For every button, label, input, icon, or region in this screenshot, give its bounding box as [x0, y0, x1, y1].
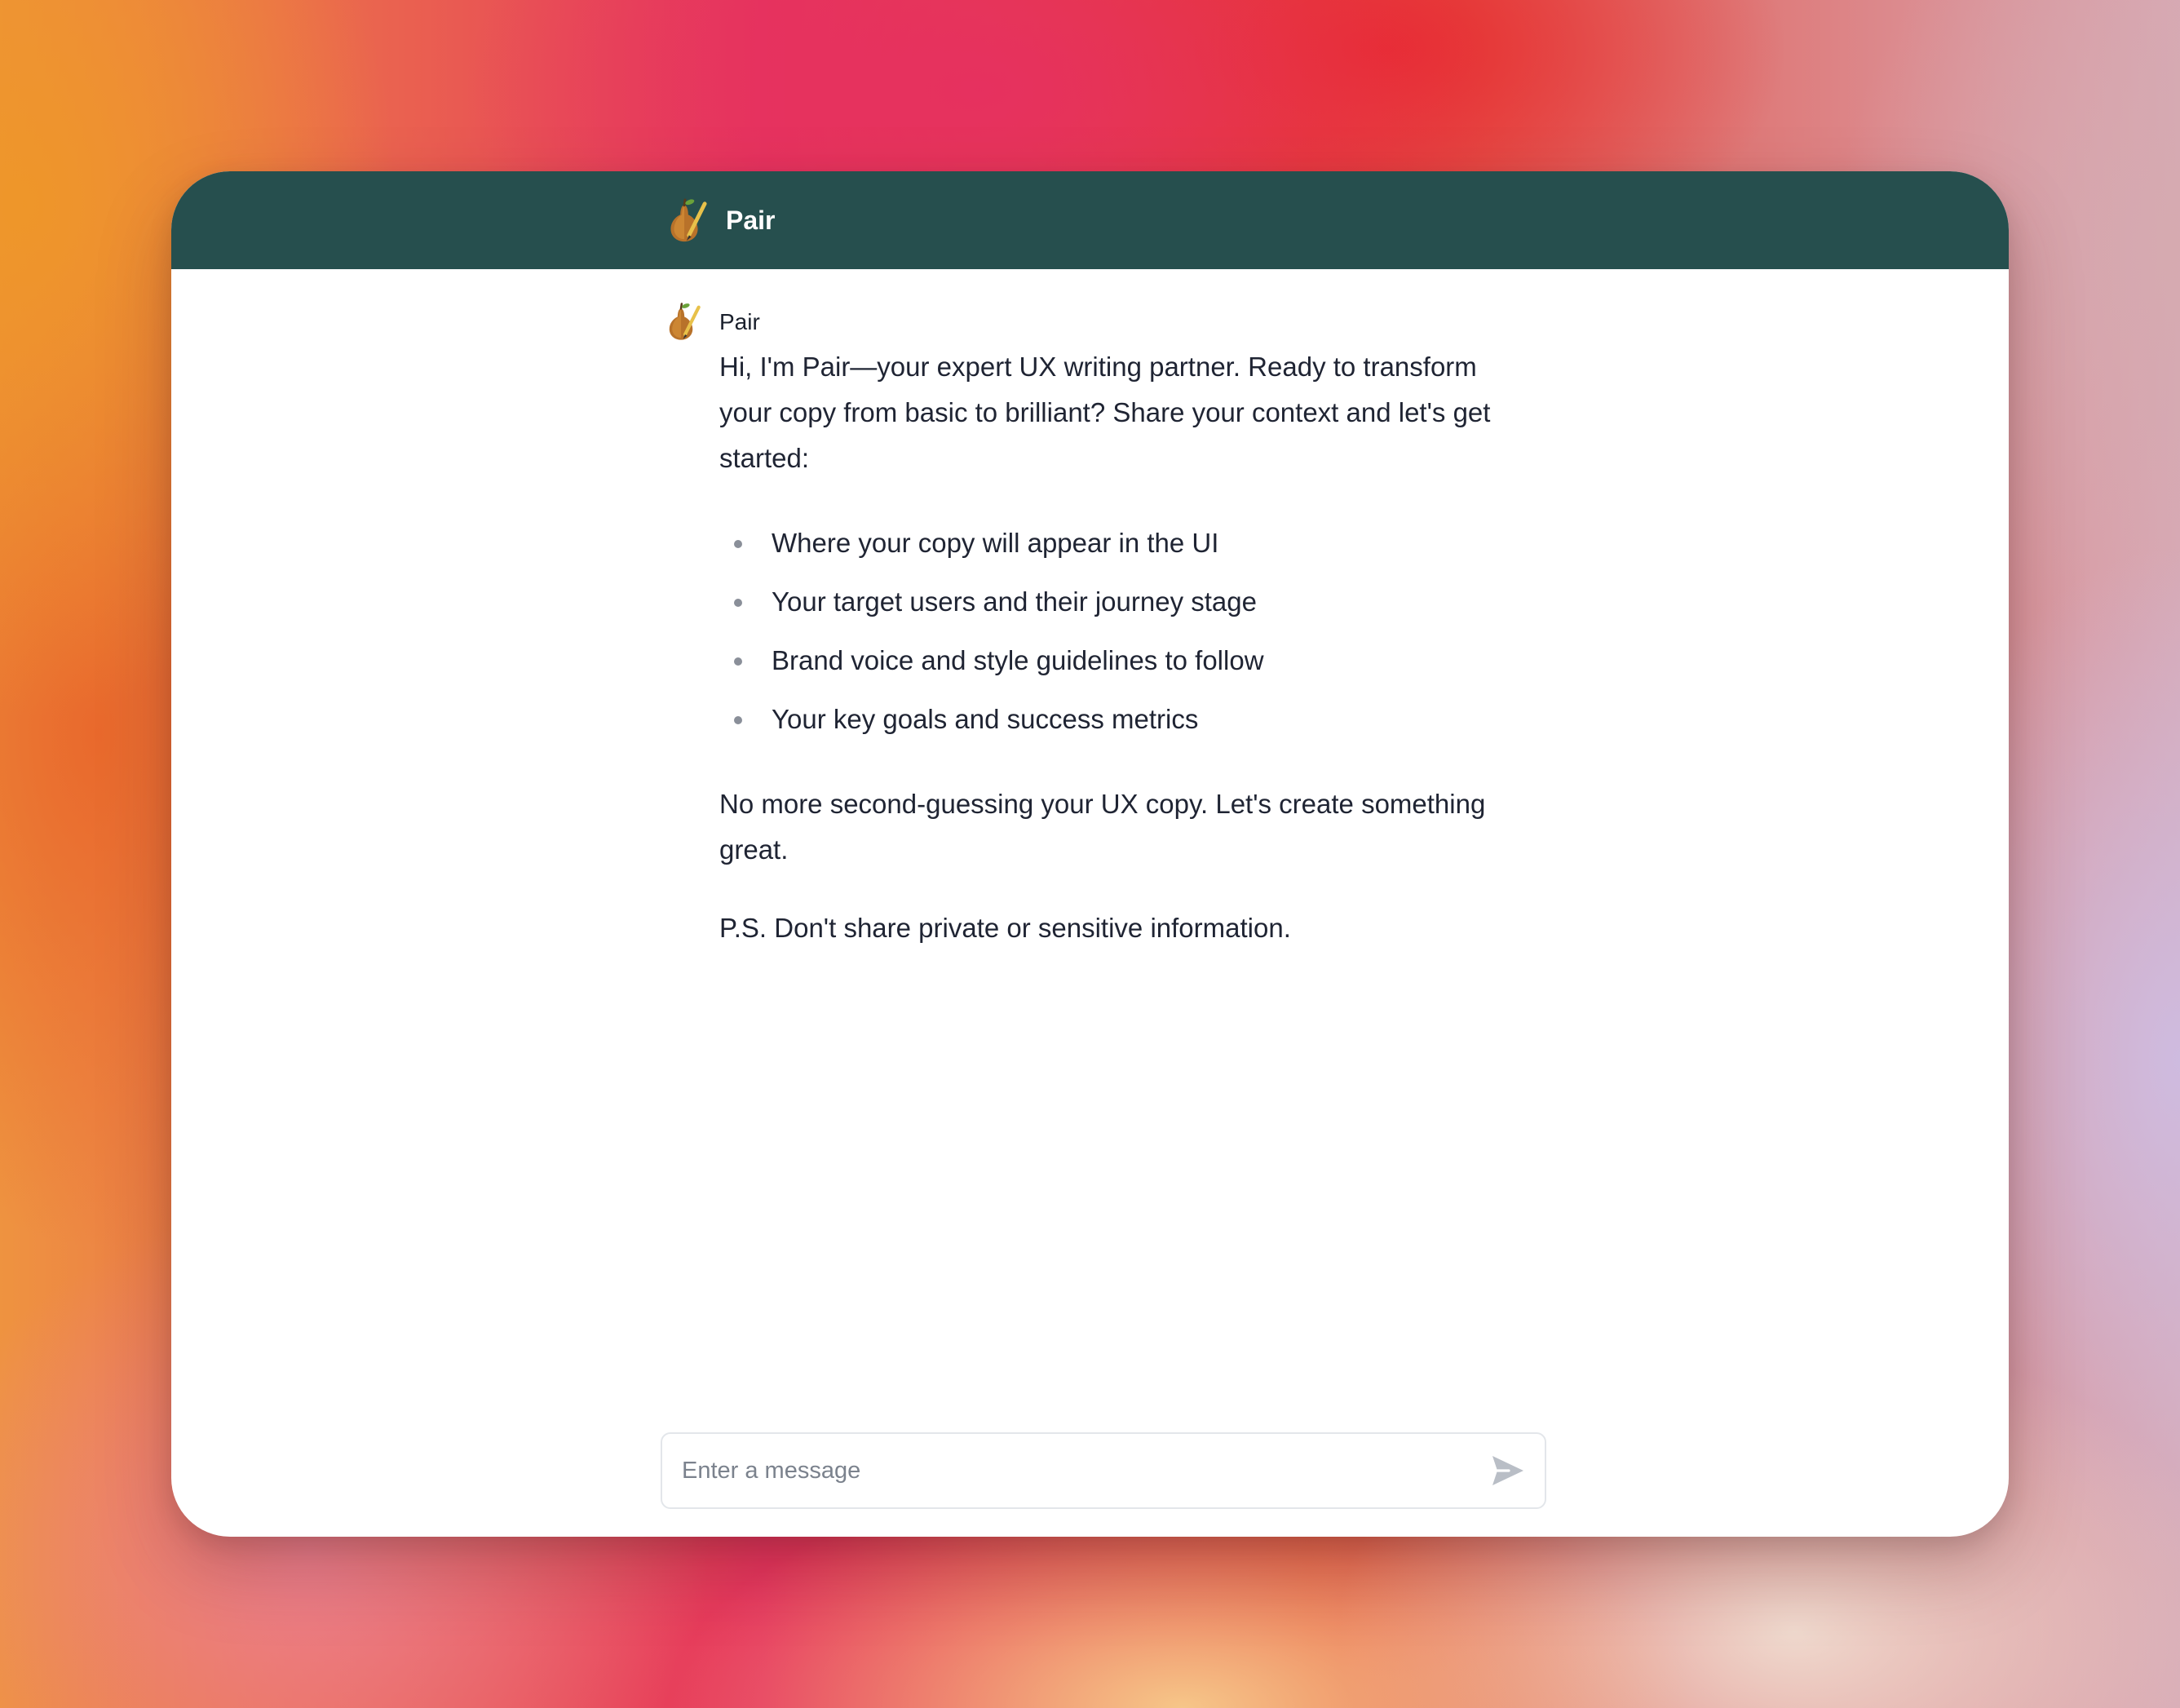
message-author: Pair — [719, 309, 760, 334]
message-ps: P.S. Don't share private or sensitive in… — [719, 913, 1291, 943]
pear-with-pen-icon — [669, 303, 701, 340]
pear-with-pen-icon — [670, 198, 707, 242]
bullet-icon — [734, 599, 742, 607]
list-item-text: Your key goals and success metrics — [772, 704, 1199, 734]
app-title: Pair — [726, 206, 776, 235]
bullet-icon — [734, 540, 742, 548]
send-icon[interactable] — [1488, 1451, 1527, 1490]
message-input[interactable] — [682, 1434, 1448, 1507]
list-item: Where your copy will appear in the UI — [719, 514, 1535, 573]
list-item-text: Your target users and their journey stag… — [772, 586, 1257, 617]
header-bar: Pair — [171, 171, 2009, 269]
bullet-icon — [734, 716, 742, 724]
message-composer — [661, 1432, 1546, 1509]
message-closing: No more second-guessing your UX copy. Le… — [719, 789, 1486, 865]
context-list: Where your copy will appear in the UI Yo… — [719, 514, 1535, 749]
list-item: Brand voice and style guidelines to foll… — [719, 631, 1535, 690]
list-item-text: Brand voice and style guidelines to foll… — [772, 645, 1264, 675]
chat-window: Pair Pair Hi, I'm Pair—your expert UX wr… — [171, 171, 2009, 1537]
list-item: Your key goals and success metrics — [719, 690, 1535, 749]
bullet-icon — [734, 657, 742, 666]
message-body: Hi, I'm Pair—your expert UX writing part… — [719, 344, 1535, 951]
list-item-text: Where your copy will appear in the UI — [772, 528, 1219, 558]
message-intro: Hi, I'm Pair—your expert UX writing part… — [719, 352, 1491, 473]
list-item: Your target users and their journey stag… — [719, 573, 1535, 631]
